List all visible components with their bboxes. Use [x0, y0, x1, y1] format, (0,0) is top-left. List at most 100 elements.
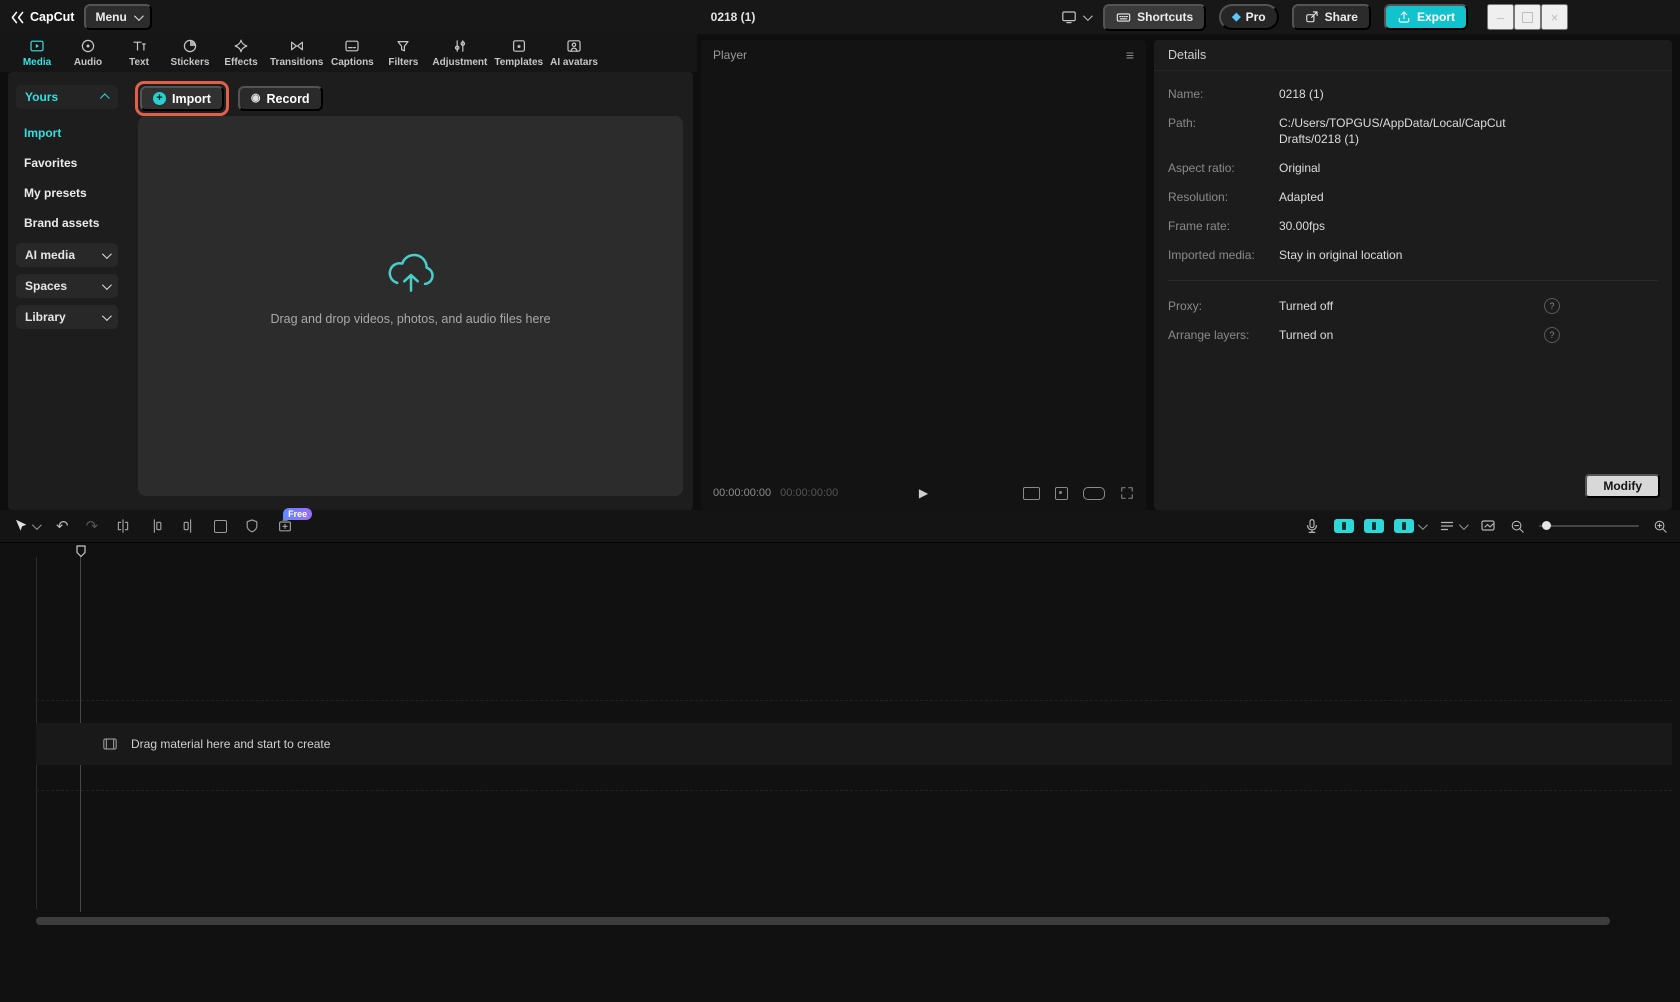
templates-icon — [511, 38, 527, 54]
tab-label: Effects — [224, 57, 257, 68]
tab-stickers[interactable]: Stickers — [165, 34, 215, 72]
auto-snap-toggle[interactable] — [1364, 519, 1384, 533]
share-button[interactable]: Share — [1292, 4, 1371, 30]
tab-audio[interactable]: Audio — [63, 34, 113, 72]
sidebar-item-brand-assets[interactable]: Brand assets — [16, 208, 118, 238]
record-label: Record — [267, 92, 310, 106]
tab-filters[interactable]: Filters — [378, 34, 428, 72]
zoom-in-button[interactable] — [1653, 519, 1668, 534]
select-tool-button[interactable] — [12, 518, 39, 534]
details-panel: Details Name: 0218 (1) Path: C:/Users/TO… — [1154, 40, 1672, 510]
capcut-window: CapCut Menu 0218 (1) Shortcuts ◆ Pro — [0, 0, 1680, 1002]
play-button[interactable]: ▶ — [919, 487, 928, 499]
delete-left-button[interactable] — [148, 518, 164, 534]
sidebar-section-ai-media[interactable]: AI media — [16, 243, 118, 267]
detail-label: Aspect ratio: — [1168, 160, 1268, 176]
help-icon[interactable]: ? — [1544, 298, 1560, 314]
detail-row-frame-rate: Frame rate: 30.00fps — [1168, 218, 1658, 234]
undo-button[interactable]: ↶ — [56, 519, 69, 534]
detail-value: C:/Users/TOPGUS/AppData/Local/CapCut Dra… — [1279, 115, 1546, 147]
timecode-total: 00:00:00:00 — [780, 487, 838, 499]
tab-media[interactable]: Media — [12, 34, 62, 72]
help-icon[interactable]: ? — [1544, 327, 1560, 343]
zoom-slider-handle[interactable] — [1542, 521, 1551, 530]
sidebar-item-favorites[interactable]: Favorites — [16, 148, 118, 178]
sidebar-section-yours[interactable]: Yours — [16, 85, 118, 109]
timeline-zoom-slider[interactable] — [1539, 525, 1639, 527]
delete-right-button[interactable] — [181, 518, 197, 534]
menu-button[interactable]: Menu — [84, 4, 151, 30]
ratio-pill-icon[interactable] — [1083, 487, 1105, 500]
pro-label: Pro — [1246, 10, 1266, 24]
chevron-down-icon — [1459, 520, 1469, 530]
tab-transitions[interactable]: Transitions — [267, 34, 326, 72]
detail-value: Original — [1279, 160, 1546, 176]
detail-label: Frame rate: — [1168, 218, 1268, 234]
sidebar-item-label: Favorites — [24, 156, 77, 170]
keyboard-icon — [1116, 10, 1131, 25]
detail-row-name: Name: 0218 (1) — [1168, 86, 1658, 102]
tab-effects[interactable]: Effects — [216, 34, 266, 72]
details-divider — [1168, 280, 1658, 281]
track-height-button[interactable] — [1439, 518, 1466, 534]
media-tabbar: Media Audio Text Stickers Effects Transi… — [0, 34, 697, 72]
import-label: Import — [172, 92, 211, 106]
voiceover-mic-button[interactable] — [1304, 518, 1320, 534]
import-button[interactable]: + Import — [140, 86, 224, 111]
canvas-ratio-icon[interactable] — [1023, 487, 1040, 500]
display-mode-button[interactable] — [1061, 9, 1090, 25]
minimize-button[interactable]: – — [1487, 4, 1514, 30]
share-label: Share — [1325, 10, 1358, 24]
timeline-horizontal-scrollbar[interactable] — [36, 917, 1610, 925]
player-menu-icon[interactable]: ≡ — [1126, 48, 1134, 62]
tab-templates[interactable]: Templates — [491, 34, 546, 72]
sidebar-section-library[interactable]: Library — [16, 305, 118, 329]
tab-captions[interactable]: Captions — [327, 34, 377, 72]
tab-text[interactable]: Text — [114, 34, 164, 72]
playhead[interactable] — [75, 545, 87, 558]
detail-row-path: Path: C:/Users/TOPGUS/AppData/Local/CapC… — [1168, 115, 1658, 147]
export-icon — [1397, 10, 1411, 24]
preview-quality-button[interactable] — [1480, 518, 1496, 534]
chevron-down-icon — [102, 249, 112, 259]
maximize-icon — [1522, 12, 1533, 23]
free-badge: Free — [283, 508, 312, 520]
mask-button[interactable] — [244, 518, 260, 534]
tab-label: Audio — [74, 57, 102, 68]
freeze-frame-button[interactable] — [214, 520, 227, 533]
sidebar-item-my-presets[interactable]: My presets — [16, 178, 118, 208]
app-name: CapCut — [30, 10, 74, 24]
pro-button[interactable]: ◆ Pro — [1219, 4, 1278, 30]
import-highlight-ring: + Import — [135, 81, 229, 116]
tab-label: Captions — [331, 57, 374, 68]
close-button[interactable]: × — [1541, 4, 1568, 30]
track-media-icon — [102, 736, 118, 752]
shortcuts-button[interactable]: Shortcuts — [1103, 4, 1206, 31]
main-track-magnet-toggle[interactable] — [1334, 519, 1354, 533]
detail-value: Turned off — [1279, 298, 1546, 314]
split-button[interactable] — [115, 518, 131, 534]
link-toggle[interactable] — [1394, 519, 1425, 533]
tab-ai-avatars[interactable]: AI avatars — [547, 34, 601, 72]
adjustment-icon — [452, 38, 468, 54]
smart-tool-button[interactable]: Free — [277, 518, 293, 534]
modify-button[interactable]: Modify — [1585, 474, 1660, 498]
media-dropzone[interactable]: Drag and drop videos, photos, and audio … — [138, 116, 683, 496]
export-button[interactable]: Export — [1384, 4, 1468, 30]
fullscreen-icon[interactable] — [1120, 486, 1134, 500]
export-label: Export — [1417, 10, 1455, 24]
redo-button[interactable]: ↷ — [86, 519, 99, 534]
tab-adjustment[interactable]: Adjustment — [429, 34, 490, 72]
timeline[interactable]: Drag material here and start to create — [0, 543, 1680, 1002]
chevron-down-icon — [32, 520, 42, 530]
record-button[interactable]: ◉ Record — [238, 86, 323, 111]
maximize-button[interactable] — [1514, 4, 1541, 30]
fit-view-icon[interactable] — [1055, 487, 1068, 500]
sidebar-section-spaces[interactable]: Spaces — [16, 274, 118, 298]
zoom-out-button[interactable] — [1510, 519, 1525, 534]
menu-label: Menu — [95, 10, 126, 24]
sidebar-item-import[interactable]: Import — [16, 118, 118, 148]
track-guide — [36, 790, 1672, 791]
main-track-dropzone[interactable]: Drag material here and start to create — [36, 723, 1672, 765]
cloud-upload-icon — [386, 252, 436, 296]
